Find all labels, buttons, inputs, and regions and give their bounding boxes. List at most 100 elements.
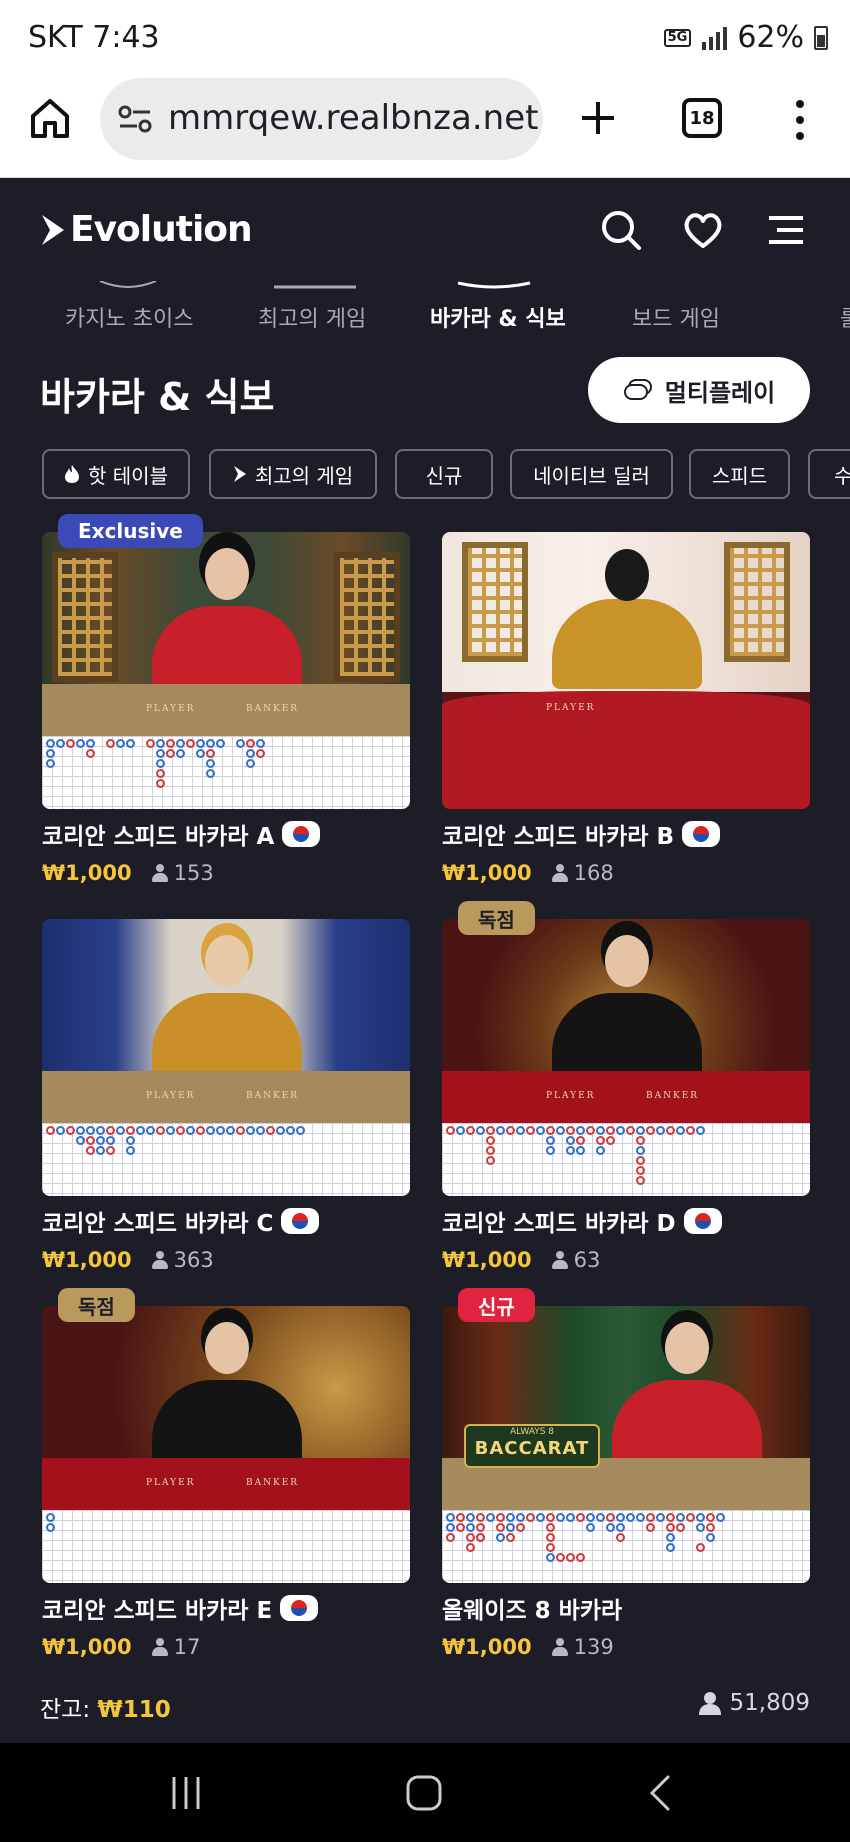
logo-main-text: BACCARAT bbox=[474, 1438, 590, 1459]
status-time: SKT 7:43 bbox=[28, 20, 160, 55]
bead-road-dot bbox=[186, 1126, 195, 1135]
bead-road-dot bbox=[96, 1126, 105, 1135]
logo-top-text: ALWAYS 8 bbox=[509, 1427, 554, 1437]
back-icon[interactable] bbox=[640, 1771, 684, 1815]
bead-road-dot bbox=[546, 1533, 555, 1542]
bead-road-dot bbox=[586, 1513, 595, 1522]
url-text[interactable]: mmrqew.realbnza.net bbox=[168, 98, 538, 138]
filter-new[interactable]: 신규 bbox=[395, 449, 493, 499]
game-card[interactable]: Exclusive PLAYER BANKER 코리안 스피드 바카라 A ₩1… bbox=[42, 514, 410, 885]
balance: 잔고: ₩110 bbox=[40, 1690, 171, 1724]
bead-road-dot bbox=[696, 1543, 705, 1552]
bead-road-dot bbox=[206, 1126, 215, 1135]
bead-road-dot bbox=[206, 759, 215, 768]
bead-road-dot bbox=[546, 1136, 555, 1145]
game-thumbnail[interactable]: PLAYER BANKER bbox=[442, 919, 810, 1196]
bead-road-dot bbox=[486, 1513, 495, 1522]
heart-icon[interactable] bbox=[682, 209, 724, 251]
bead-road-dot bbox=[656, 1513, 665, 1522]
category-baccarat-sicbo[interactable]: 바카라 & 식보 bbox=[430, 301, 566, 333]
bead-road-dot bbox=[106, 1146, 115, 1155]
bead-road-dot bbox=[576, 1146, 585, 1155]
live-dealer-scene: ALWAYS 8 BACCARAT bbox=[442, 1306, 810, 1510]
category-board-games[interactable]: 보드 게임 bbox=[632, 301, 720, 333]
korea-flag-icon bbox=[280, 1595, 319, 1621]
filter-speed[interactable]: 스피드 bbox=[689, 449, 790, 499]
game-thumbnail[interactable]: PLAYER BANKER bbox=[42, 919, 410, 1196]
game-card[interactable]: PLAYER 코리안 스피드 바카라 B ₩1,000 168 bbox=[442, 532, 810, 885]
game-card[interactable]: PLAYER BANKER 코리안 스피드 바카라 C ₩1,000 363 bbox=[42, 919, 410, 1272]
bead-road-dot bbox=[636, 1136, 645, 1145]
hamburger-menu-icon[interactable] bbox=[765, 209, 807, 251]
bead-road-dot bbox=[566, 1553, 575, 1562]
filter-label: 핫 테이블 bbox=[88, 463, 168, 488]
filter-label: 신규 bbox=[425, 463, 463, 488]
bead-road-dot bbox=[206, 749, 215, 758]
filter-more[interactable]: 수 bbox=[808, 449, 850, 499]
bead-road-dot bbox=[466, 1523, 475, 1532]
bead-road-dot bbox=[476, 1533, 485, 1542]
game-thumbnail[interactable]: ALWAYS 8 BACCARAT bbox=[442, 1306, 810, 1583]
bead-road-dot bbox=[46, 1523, 55, 1532]
bead-road-dot bbox=[496, 1126, 505, 1135]
bead-road-dot bbox=[256, 1126, 265, 1135]
recent-apps-icon[interactable] bbox=[164, 1771, 208, 1815]
bead-road bbox=[42, 736, 410, 809]
multiplay-label: 멀티플레이 bbox=[664, 378, 776, 407]
category-best-games[interactable]: 최고의 게임 bbox=[258, 301, 366, 333]
evolution-logo[interactable]: Evolution bbox=[40, 209, 253, 250]
bead-road-dot bbox=[686, 1513, 695, 1522]
bead-road-dot bbox=[626, 1513, 635, 1522]
category-casino-choice[interactable]: 카지노 초이스 bbox=[65, 301, 193, 333]
filter-hot-tables[interactable]: 핫 테이블 bbox=[42, 449, 190, 499]
game-title-row: 코리안 스피드 바카라 E bbox=[42, 1591, 410, 1625]
filter-native-dealer[interactable]: 네이티브 딜러 bbox=[510, 449, 673, 499]
bead-road-dot bbox=[476, 1126, 485, 1135]
game-card[interactable]: 독점 PLAYER BANKER 코리안 스피드 바카라 D ₩1,000 63 bbox=[442, 901, 810, 1272]
status-bar: SKT 7:43 5G 62% bbox=[0, 0, 850, 78]
exclusive-badge: 독점 bbox=[58, 1288, 135, 1322]
more-options-icon[interactable] bbox=[788, 98, 812, 142]
bead-road-dot bbox=[156, 759, 165, 768]
player-count: 153 bbox=[151, 861, 214, 885]
min-bet: ₩1,000 bbox=[442, 861, 532, 885]
bead-road bbox=[42, 1123, 410, 1196]
site-header: Evolution bbox=[0, 179, 850, 279]
bead-road-dot bbox=[666, 1513, 675, 1522]
player-count-value: 139 bbox=[573, 1635, 614, 1659]
game-thumbnail[interactable]: PLAYER bbox=[442, 532, 810, 809]
game-card[interactable]: 신규 ALWAYS 8 BACCARAT 올웨이즈 8 바카라 ₩1,000 1… bbox=[442, 1288, 810, 1659]
game-card[interactable]: 독점 PLAYER BANKER 코리안 스피드 바카라 E ₩1,000 17 bbox=[42, 1288, 410, 1659]
game-title: 코리안 스피드 바카라 A bbox=[42, 824, 275, 850]
bead-road-dot bbox=[546, 1146, 555, 1155]
category-roulette[interactable]: 룰 bbox=[840, 301, 850, 333]
filter-best-games[interactable]: 최고의 게임 bbox=[209, 449, 377, 499]
player-count-value: 63 bbox=[573, 1248, 601, 1272]
home-icon[interactable] bbox=[28, 96, 72, 140]
game-title-row: 코리안 스피드 바카라 D bbox=[442, 1204, 810, 1238]
bead-road-dot bbox=[596, 1146, 605, 1155]
banker-label: BANKER bbox=[646, 1091, 700, 1101]
game-title-row: 올웨이즈 8 바카라 bbox=[442, 1591, 810, 1625]
home-nav-icon[interactable] bbox=[402, 1771, 446, 1815]
bead-road-dot bbox=[506, 1523, 515, 1532]
tab-switcher-button[interactable]: 18 bbox=[682, 98, 722, 138]
bead-road-dot bbox=[76, 1136, 85, 1145]
player-label: PLAYER bbox=[146, 1478, 196, 1488]
browser-toolbar: mmrqew.realbnza.net 18 bbox=[0, 78, 850, 178]
new-tab-icon[interactable] bbox=[578, 96, 618, 140]
multiplay-button[interactable]: 멀티플레이 bbox=[588, 357, 810, 423]
person-icon bbox=[551, 864, 568, 882]
address-bar[interactable]: mmrqew.realbnza.net bbox=[100, 78, 543, 160]
bead-road-dot bbox=[666, 1523, 675, 1532]
game-thumbnail[interactable]: PLAYER BANKER bbox=[42, 1306, 410, 1583]
live-dealer-scene: PLAYER BANKER bbox=[42, 1306, 410, 1510]
live-dealer-scene: PLAYER BANKER bbox=[42, 532, 410, 736]
player-count: 139 bbox=[551, 1635, 614, 1659]
bead-road bbox=[442, 1510, 810, 1583]
bead-road-dot bbox=[696, 1513, 705, 1522]
search-icon[interactable] bbox=[600, 209, 642, 251]
site-settings-icon[interactable] bbox=[118, 104, 152, 134]
game-thumbnail[interactable]: PLAYER BANKER bbox=[42, 532, 410, 809]
status-indicators: 5G 62% bbox=[663, 20, 828, 55]
